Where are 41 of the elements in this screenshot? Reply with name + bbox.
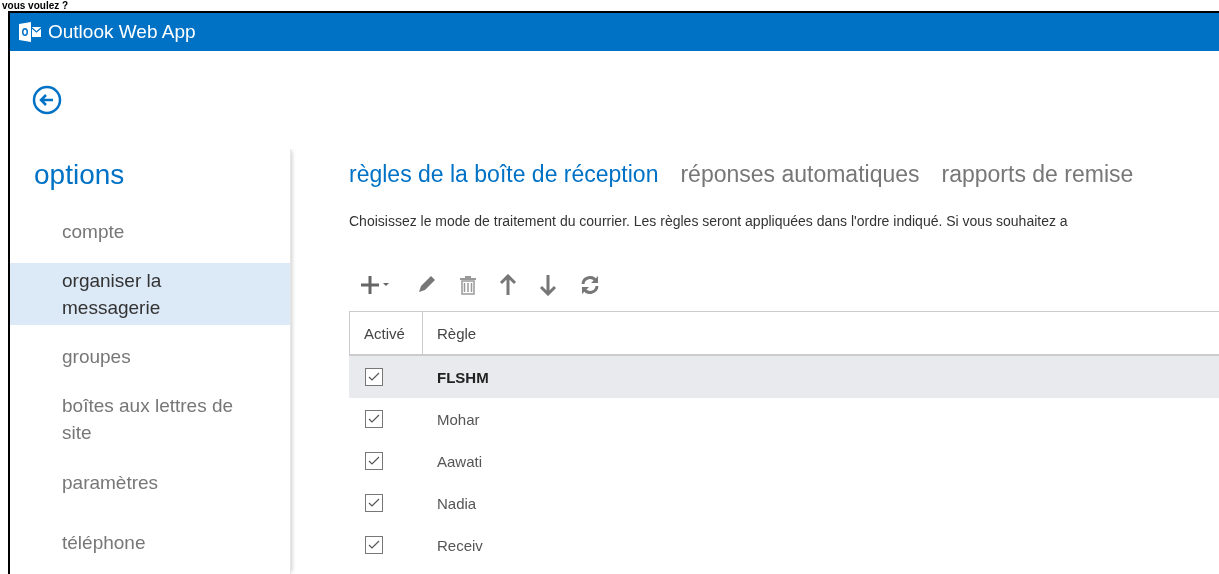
sidebar-item[interactable]: paramètres — [10, 454, 290, 510]
tab[interactable]: rapports de remise — [941, 161, 1134, 188]
sidebar-item[interactable]: organiser la messagerie — [10, 263, 290, 325]
sidebar-item[interactable]: compte — [10, 203, 290, 260]
window-title: Outlook Web App — [48, 21, 196, 43]
caption-text: vous voulez ? — [2, 0, 69, 11]
sidebar-item[interactable]: groupes — [10, 328, 290, 385]
checkmark-icon — [368, 414, 380, 424]
table-row[interactable]: FLSHM — [349, 356, 1219, 398]
rule-name: FLSHM — [437, 368, 489, 386]
checkmark-icon — [368, 372, 380, 382]
checkbox[interactable] — [365, 494, 383, 512]
checkbox[interactable] — [365, 410, 383, 428]
refresh-icon[interactable] — [579, 274, 601, 296]
back-icon[interactable] — [32, 85, 62, 115]
table-row[interactable]: Receiv — [349, 524, 1219, 566]
checkmark-icon — [368, 540, 380, 550]
sidebar-item[interactable]: boîtes aux lettres de site — [10, 388, 290, 450]
table-row[interactable]: Mohar — [349, 398, 1219, 440]
description-text: Choisissez le mode de traitement du courrier. Les règles seront appliquées dans l'ordre indiqué. Si vous souhaitez a — [349, 213, 1069, 231]
column-header[interactable]: Règle — [423, 312, 1219, 354]
tab[interactable]: règles de la boîte de réception — [349, 161, 659, 188]
outlook-logo-icon — [18, 21, 42, 43]
rule-name: Nadia — [437, 494, 477, 512]
checkbox[interactable] — [365, 368, 383, 386]
table-row[interactable]: Nadia — [349, 482, 1219, 524]
checkmark-icon — [368, 498, 380, 508]
checkbox[interactable] — [365, 452, 383, 470]
tab[interactable]: réponses automatiques — [680, 161, 920, 188]
up-arrow-icon[interactable] — [499, 274, 517, 296]
sidebar-item[interactable]: téléphone — [10, 514, 290, 570]
trash-icon[interactable] — [459, 275, 477, 295]
down-arrow-icon[interactable] — [539, 274, 557, 296]
checkbox[interactable] — [365, 536, 383, 554]
checkmark-icon — [368, 456, 380, 466]
sidebar-heading: options — [33, 158, 126, 192]
table-row[interactable]: Aawati — [349, 440, 1219, 482]
column-header[interactable]: Activé — [350, 312, 423, 354]
rule-name: Aawati — [437, 452, 483, 470]
rule-name: Mohar — [437, 410, 480, 428]
rule-name: Receiv — [437, 536, 483, 554]
